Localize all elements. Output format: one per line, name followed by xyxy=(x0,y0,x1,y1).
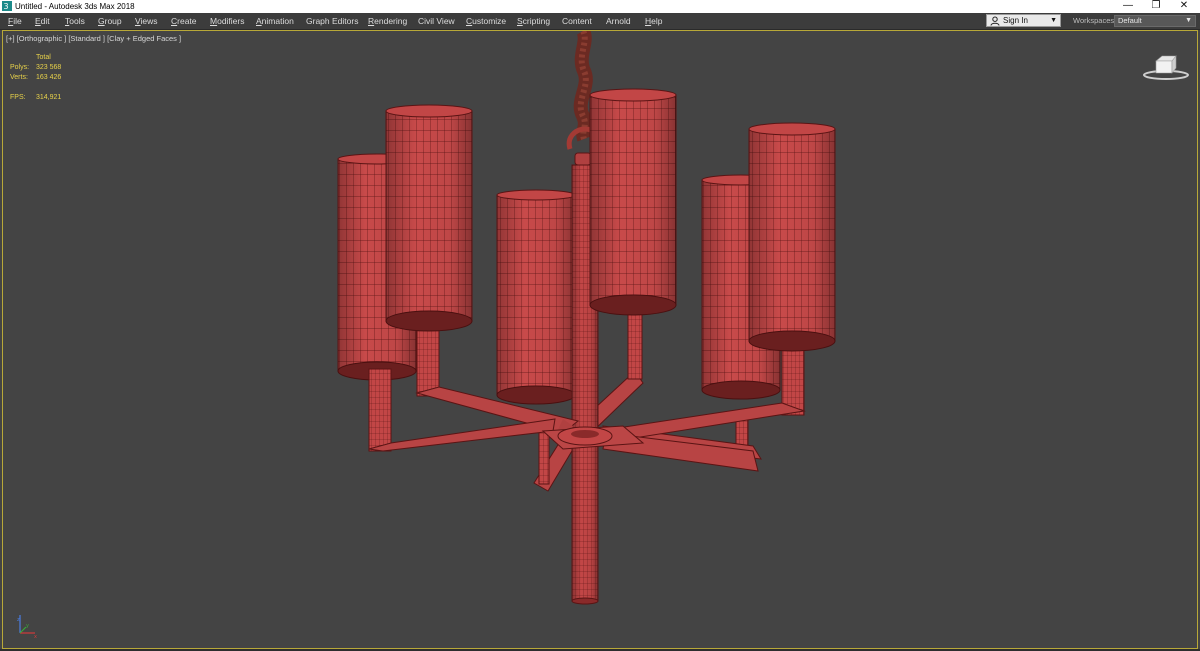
viewcube-icon[interactable] xyxy=(1142,51,1190,83)
menu-modifiers[interactable]: Modifiers xyxy=(210,13,245,29)
cylinder-shade-center-back xyxy=(496,189,576,405)
menu-content[interactable]: Content xyxy=(562,13,592,29)
menu-tools[interactable]: Tools xyxy=(65,13,85,29)
sign-in-label: Sign In xyxy=(1003,16,1028,25)
menu-civil-view[interactable]: Civil View xyxy=(418,13,455,29)
menu-graph-editors[interactable]: Graph Editors xyxy=(306,13,358,29)
menu-animation[interactable]: Animation xyxy=(256,13,294,29)
svg-text:x: x xyxy=(34,634,37,639)
3ds-max-app-icon: 3 xyxy=(2,1,12,11)
workspaces-dropdown[interactable]: Default ▼ xyxy=(1114,15,1196,27)
title-bar: 3 Untitled - Autodesk 3ds Max 2018 — ❐ ✕ xyxy=(0,0,1200,13)
chandelier-model[interactable] xyxy=(3,31,1197,648)
dropdown-arrow-icon: ▼ xyxy=(1050,17,1057,24)
menu-rendering[interactable]: Rendering xyxy=(368,13,407,29)
menu-help[interactable]: Help xyxy=(645,13,662,29)
dropdown-arrow-icon: ▼ xyxy=(1185,17,1192,24)
workspaces-value: Default xyxy=(1118,16,1142,25)
svg-text:3: 3 xyxy=(4,2,9,11)
svg-text:z: z xyxy=(17,617,20,623)
cylinder-shade-front-right xyxy=(748,122,836,352)
cylinder-shade-front-left xyxy=(385,104,473,332)
restore-button[interactable]: ❐ xyxy=(1142,0,1170,13)
menu-scripting[interactable]: Scripting xyxy=(517,13,550,29)
window-title: Untitled - Autodesk 3ds Max 2018 xyxy=(15,2,135,11)
viewport-orthographic[interactable]: [+] [Orthographic ] [Standard ] [Clay + … xyxy=(2,30,1198,649)
menu-file[interactable]: File xyxy=(8,13,22,29)
user-icon xyxy=(990,16,1000,26)
sign-in-button[interactable]: Sign In ▼ xyxy=(986,14,1061,27)
axis-tripod-icon: z x y xyxy=(17,615,37,639)
svg-text:y: y xyxy=(26,623,29,629)
close-button[interactable]: ✕ xyxy=(1170,0,1198,13)
menu-customize[interactable]: Customize xyxy=(466,13,506,29)
menu-views[interactable]: Views xyxy=(135,13,158,29)
minimize-button[interactable]: — xyxy=(1114,0,1142,13)
menu-create[interactable]: Create xyxy=(171,13,197,29)
menu-group[interactable]: Group xyxy=(98,13,122,29)
workspaces-label: Workspaces: xyxy=(1073,16,1117,25)
cylinder-shade-front-center xyxy=(589,88,677,316)
menu-edit[interactable]: Edit xyxy=(35,13,50,29)
menu-arnold[interactable]: Arnold xyxy=(606,13,631,29)
